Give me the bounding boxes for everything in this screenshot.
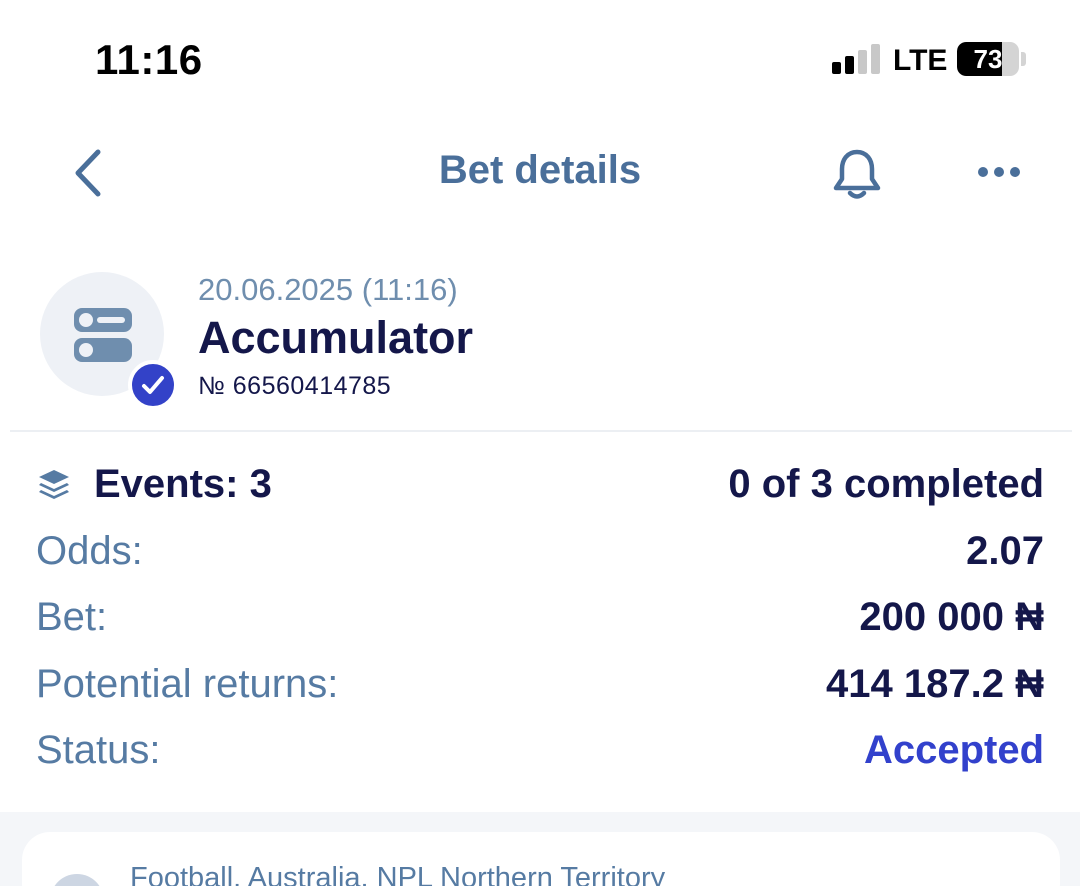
page-title: Bet details <box>438 148 642 192</box>
bet-label: Bet: <box>36 595 108 639</box>
bet-summary: Events: 3 0 of 3 completed Odds: 2.07 Be… <box>36 455 1044 788</box>
events-value: 0 of 3 completed <box>728 462 1044 506</box>
returns-row: Potential returns: 414 187.2 ₦ <box>36 655 1044 722</box>
events-label: Events: 3 <box>94 462 272 506</box>
more-horizontal-icon[interactable] <box>975 160 1023 184</box>
status-value: Accepted <box>863 728 1044 772</box>
battery-icon: 73 <box>957 42 1019 76</box>
nav-bar: Bet details <box>0 120 1080 230</box>
toggles-icon <box>74 308 132 362</box>
bet-value: 200 000 ₦ <box>859 595 1044 639</box>
returns-value: 414 187.2 ₦ <box>826 661 1044 706</box>
status-label: Status: <box>36 728 161 772</box>
battery-level: 73 <box>973 44 1003 74</box>
bet-header: 20.06.2025 (11:16) Accumulator № 6656041… <box>0 260 1080 430</box>
bet-date: 20.06.2025 (11:16) <box>198 272 458 307</box>
layers-icon <box>39 470 69 499</box>
battery-cap <box>1021 52 1026 66</box>
check-icon <box>128 360 178 410</box>
bet-type: Accumulator <box>198 312 474 363</box>
returns-label: Potential returns: <box>36 661 339 706</box>
odds-value: 2.07 <box>966 528 1044 573</box>
odds-label: Odds: <box>36 528 143 573</box>
event-path: Football. Australia. NPL Northern Territ… <box>130 862 666 886</box>
odds-row: Odds: 2.07 <box>36 522 1044 589</box>
bell-icon[interactable] <box>830 146 884 202</box>
network-type: LTE <box>893 44 948 77</box>
bet-number: № 66560414785 <box>198 372 392 400</box>
status-time: 11:16 <box>95 36 203 83</box>
status-bar: 11:16 LTE 73 <box>0 0 1080 120</box>
events-row: Events: 3 0 of 3 completed <box>36 455 1044 522</box>
divider <box>10 430 1072 432</box>
status-row: Status: Accepted <box>36 721 1044 788</box>
bet-row: Bet: 200 000 ₦ <box>36 588 1044 655</box>
signal-icon <box>832 44 882 74</box>
